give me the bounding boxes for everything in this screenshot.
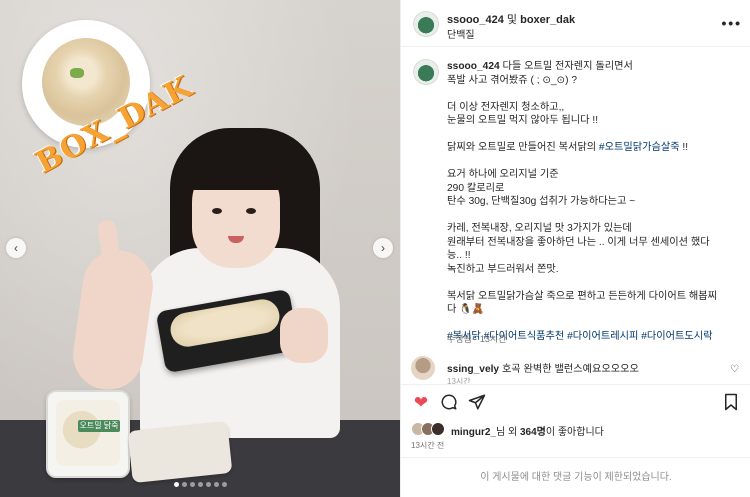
caption-area: ssooo_424 다들 오트밀 전자렌지 돌리면서 폭발 사고 겪어봤쥬 ( …	[401, 48, 750, 348]
caption-username[interactable]: ssooo_424	[447, 61, 500, 72]
caption-line: 눈물의 오트밀 먹지 않아두 됩니다 !!	[447, 115, 599, 126]
carousel-dot[interactable]	[221, 482, 227, 487]
post-time: 13시간 전	[411, 441, 445, 450]
carousel-dot[interactable]	[213, 482, 219, 487]
caption-line: 복서닭 오트밀닭가슴살 죽으로 편하고 든든하게 다이어트 해봅찌	[447, 290, 718, 302]
caption-line: 다 🐧🧸	[447, 304, 485, 315]
post-authors: ssooo_424 및 boxer_dak	[447, 11, 575, 27]
carousel-dot[interactable]	[181, 482, 187, 487]
post-subtitle: 단백질	[447, 30, 475, 41]
caption-line: 녹진하고 부드러워서 쫀맛.	[447, 263, 559, 275]
product-lid	[127, 420, 233, 484]
avatar[interactable]	[413, 11, 439, 37]
post-header: ssooo_424 및 boxer_dak 단백질 • • •	[401, 0, 750, 47]
author-link-1[interactable]: ssooo_424	[447, 14, 504, 26]
caption-line: 능.. !!	[447, 250, 471, 261]
share-icon[interactable]	[467, 393, 487, 413]
caption-line: 원래부터 전복내장을 좋아하던 나는 .. 이게 너무 센세이션 했다	[447, 236, 710, 248]
carousel-prev-button[interactable]: ‹	[6, 238, 26, 258]
likes-summary[interactable]: mingur2_님 외 364명이 좋아합니다	[451, 423, 604, 438]
caption-line: 카레, 전복내장, 오리지널 맛 3가지가 있는데	[447, 223, 632, 234]
caption-avatar[interactable]	[413, 59, 439, 85]
post-image[interactable]: BOX_DAK 오트밀 닭죽 ‹ ›	[0, 0, 400, 497]
comment-avatar[interactable]	[411, 356, 435, 380]
person-bangs	[188, 148, 284, 190]
right-eye	[246, 208, 256, 214]
caption-line: 폭발 사고 겪어봤쥬 ( ; ⊙_⊙) ?	[447, 74, 577, 86]
bookmark-icon[interactable]	[721, 393, 741, 413]
caption-line: 요거 하나에 오리지널 기준	[447, 169, 559, 180]
author-conjunction: 및	[503, 14, 521, 26]
caption-line: 290 칼로리로	[447, 182, 505, 194]
likes-mid: 님 외	[496, 427, 520, 438]
hashtag-link[interactable]: #오트밀닭가슴살죽	[599, 142, 680, 153]
carousel-dot[interactable]	[197, 482, 203, 487]
comment-username[interactable]: ssing_vely	[447, 364, 499, 375]
caption-line: !!	[679, 142, 689, 153]
carousel-dot[interactable]	[205, 482, 211, 487]
likes-end: 이 좋아합니다	[545, 427, 604, 438]
post-side-panel: ssooo_424 및 boxer_dak 단백질 • • • ssooo_42…	[400, 0, 750, 497]
comment-row: ssing_vely 호곡 완벽한 밸런스예요오오오오 13시간 ♡	[401, 352, 750, 386]
likes-count[interactable]: 364명	[520, 427, 546, 438]
liker-avatar	[431, 422, 445, 436]
caption-line: 탄수 30g, 단백질30g 섭취가 가능하다는고 ~	[447, 196, 636, 207]
action-bar: ❤ mingur2_님 외 364명이 좋아합니다 13시간 전	[401, 384, 750, 456]
product-package-window	[56, 400, 120, 466]
comment-body: 호곡 완벽한 밸런스예요오오오오	[499, 364, 639, 375]
comments-limited-notice: 이 게시물에 대한 댓글 기능이 제한되었습니다.	[401, 457, 750, 497]
like-heart-icon[interactable]: ❤	[411, 393, 431, 413]
holding-hand	[280, 308, 328, 363]
carousel-dots	[170, 482, 230, 488]
carousel-dot[interactable]	[173, 482, 179, 487]
product-package-label: 오트밀 닭죽	[78, 420, 120, 432]
caption-meta: 수정됨 · 13시간	[447, 334, 507, 344]
caption-line: 더 이상 전자렌지 청소하고,,	[447, 101, 565, 113]
likes-user[interactable]: mingur2_	[451, 427, 496, 438]
liker-avatars[interactable]	[411, 422, 455, 436]
comment-text: ssing_vely 호곡 완벽한 밸런스예요오오오오	[447, 360, 639, 375]
carousel-dot[interactable]	[189, 482, 195, 487]
carousel-next-button[interactable]: ›	[373, 238, 393, 258]
more-dots-icon[interactable]: • • •	[722, 15, 741, 31]
comment-like-icon[interactable]: ♡	[730, 364, 739, 375]
caption-text: ssooo_424 다들 오트밀 전자렌지 돌리면서 폭발 사고 겪어봤쥬 ( …	[447, 60, 743, 344]
author-link-2[interactable]: boxer_dak	[520, 14, 575, 26]
comment-icon[interactable]	[439, 393, 459, 413]
caption-line: 다들 오트밀 전자렌지 돌리면서	[499, 61, 633, 72]
caption-line: 닭찌와 오트밀로 만들어진 복서닭의	[447, 142, 599, 153]
left-eye	[212, 208, 222, 214]
